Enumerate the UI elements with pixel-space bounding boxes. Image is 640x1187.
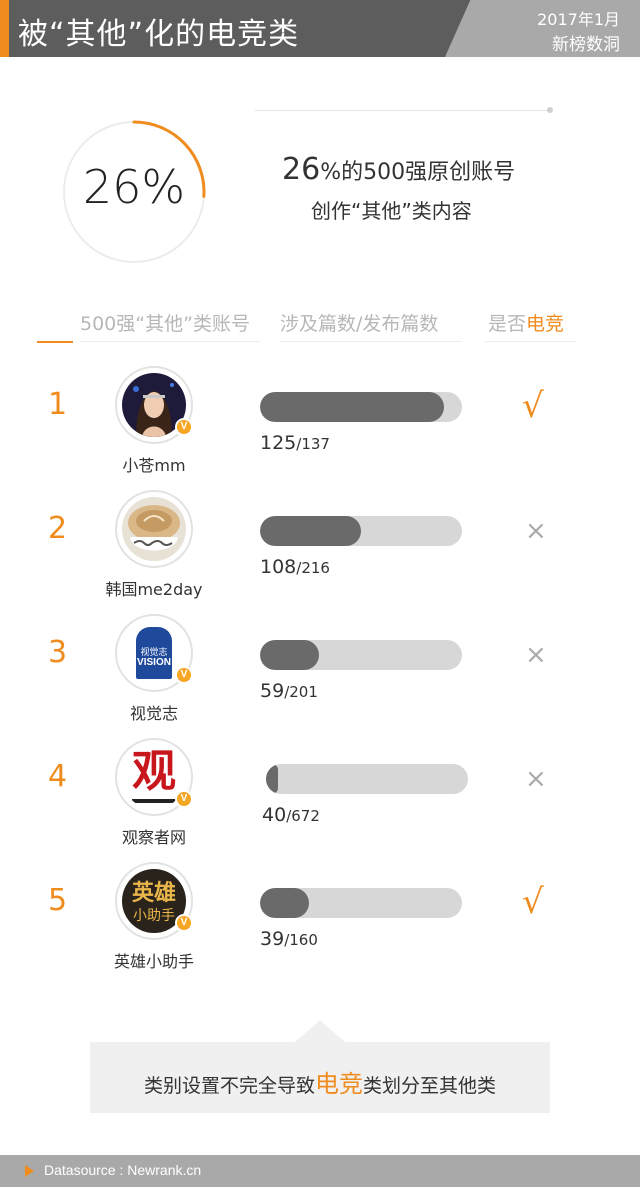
value-involved: 39 [260,928,285,950]
avatar-logo-text-bottom: VISION [137,657,171,668]
note-text-highlight: 电竞 [315,1070,363,1098]
rank-number: 5 [48,883,68,918]
bar-track [260,640,462,670]
table-row: 5 英雄 小助手 V 英雄小助手 39/160 √ [0,862,640,972]
value-total: /672 [286,807,320,825]
avatar [115,490,193,568]
avatar-logo-glyph: 观 [132,746,176,797]
ring-percent-label: 26% [82,160,186,214]
column-underline-posts [280,341,462,342]
bar-track [260,888,462,918]
value-total: /216 [296,559,330,577]
check-icon: √ [522,882,544,922]
column-header-account: 500强“其他”类账号 [80,313,250,335]
cross-icon: × [525,640,547,670]
column-underline-account [80,341,260,342]
value-total: /160 [284,931,318,949]
column-header-esports: 是否电竞 [488,309,564,336]
account-name: 视觉志 [129,704,178,723]
check-icon: √ [522,386,544,426]
footer-bar: Datasource : Newrank.cn [0,1155,640,1187]
bar-value-label: 125/137 [260,432,330,454]
account-name: 小苍mm [122,456,186,475]
stat-subline: 创作“其他”类内容 [311,199,472,223]
value-involved: 125 [260,432,297,454]
verified-badge-icon: V [175,914,193,932]
rank-number: 1 [48,387,68,422]
note-pointer [295,1020,345,1042]
note-text-before: 类别设置不完全导致 [143,1075,315,1097]
play-arrow-icon [25,1165,34,1177]
header-bar: 被“其他”化的电竞类 2017年1月 新榜数洞 [0,0,640,57]
page-title: 被“其他”化的电竞类 [18,17,300,52]
cross-icon: × [525,764,547,794]
table-row: 2 韩国me2day 108/216 × [0,490,640,600]
bar-value-label: 59/201 [260,680,318,702]
stat-headline: 26%的500强原创账号 [282,152,515,187]
bar-fill [260,640,320,670]
value-total: /201 [284,683,318,701]
value-total: /137 [296,435,330,453]
bar-fill [260,888,310,918]
bar-fill [260,392,445,422]
value-involved: 40 [262,804,287,826]
bar-track [260,516,462,546]
note-text-after: 类划分至其他类 [363,1075,497,1097]
avatar-logo-text-top: 英雄 [131,881,176,906]
rank-number: 2 [48,511,68,546]
bar-fill [260,516,361,546]
avatar-bowl-image [122,497,186,561]
cross-icon: × [525,516,547,546]
header-date: 2017年1月 [537,10,620,29]
rank-number: 3 [48,635,68,670]
datasource-label: Datasource : Newrank.cn [44,1162,202,1178]
table-row: 3 视觉志 VISION V 视觉志 59/201 × [0,614,640,724]
bar-track [266,764,468,794]
table-row: 1 V 小苍mm 125/137 √ [0,366,640,476]
bar-value-label: 39/160 [260,928,318,950]
bar-fill [266,764,279,794]
bar-track [260,392,462,422]
column-accent-line [37,341,73,343]
verified-badge-icon: V [175,666,193,684]
bar-value-label: 40/672 [262,804,320,826]
stat-headline-rest: %的500强原创账号 [320,160,516,185]
account-name: 韩国me2day [105,580,203,599]
column-header-esports-prefix: 是否 [488,313,527,335]
column-header-posts: 涉及篇数/发布篇数 [280,313,439,335]
decorative-dot [547,107,553,113]
decorative-line [255,110,550,111]
column-underline-esports [485,341,577,342]
bar-value-label: 108/216 [260,556,330,578]
conclusion-note: 类别设置不完全导致电竞类划分至其他类 [90,1042,550,1113]
account-name: 观察者网 [121,828,186,847]
account-name: 英雄小助手 [113,952,194,971]
header-right-panel: 2017年1月 新榜数洞 [445,0,640,57]
value-involved: 108 [260,556,297,578]
note-text: 类别设置不完全导致电竞类划分至其他类 [90,1064,550,1099]
header-brand: 新榜数洞 [552,35,620,55]
value-involved: 59 [260,680,285,702]
table-row: 4 观 V 观察者网 40/672 × [0,738,640,848]
verified-badge-icon: V [175,418,193,436]
column-header-esports-highlight: 电竞 [526,313,565,335]
verified-badge-icon: V [175,790,193,808]
header-accent-stripe [0,0,9,57]
rank-number: 4 [48,759,68,794]
stat-number: 26 [282,152,321,187]
